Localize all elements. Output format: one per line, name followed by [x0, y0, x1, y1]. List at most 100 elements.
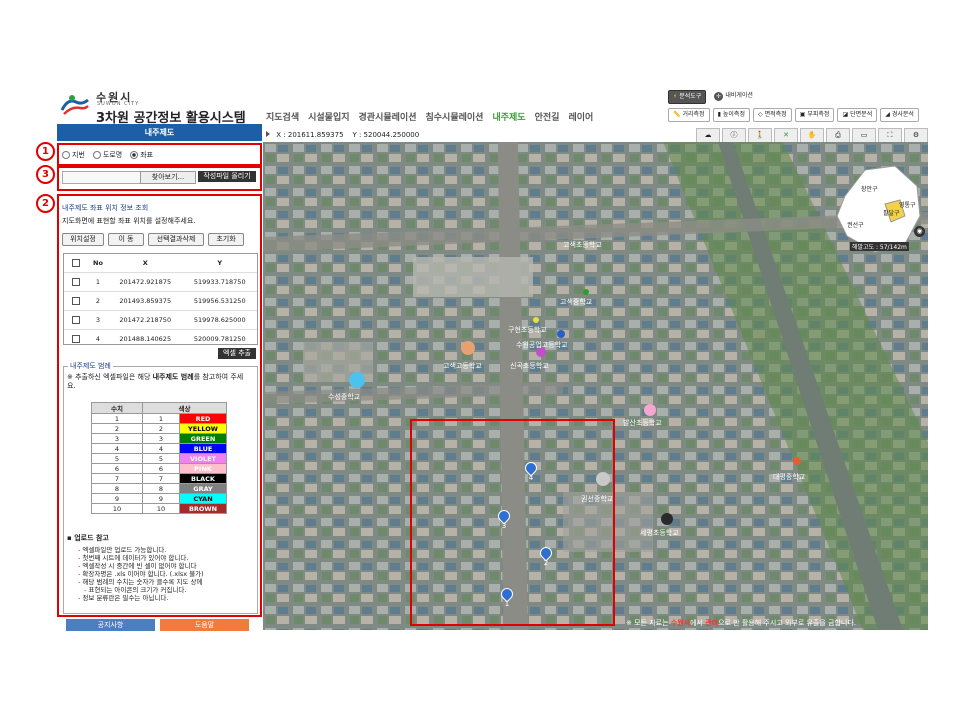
upload-note: 엑셀파일만 업로드 가능합니다.: [78, 546, 204, 554]
poi-balloon-icon[interactable]: [661, 513, 673, 525]
settings-icon[interactable]: ⚙: [904, 128, 928, 143]
upload-note: 첫번째 시트에 데이터가 있어야 합니다.: [78, 554, 204, 562]
row-checkbox[interactable]: [72, 297, 80, 305]
poi-balloon-icon[interactable]: [349, 372, 365, 388]
legend-value: 3: [91, 433, 143, 444]
radio-label: 좌표: [140, 151, 154, 159]
suwon-logo-icon: [60, 95, 89, 115]
legend-color-swatch: YELLOW: [179, 423, 227, 434]
lightning-icon: ⚡: [673, 93, 678, 100]
legend-color-swatch: RED: [179, 413, 227, 424]
radio-road-name[interactable]: 도로명: [92, 150, 122, 160]
menu-facility-location[interactable]: 시설물입지: [308, 110, 349, 123]
table-row[interactable]: 4 201488.140625 520009.781250: [64, 329, 257, 348]
menu-layer[interactable]: 레이어: [568, 110, 593, 123]
browse-button[interactable]: 찾아보기...: [140, 171, 196, 184]
legend-code: 10: [142, 503, 180, 514]
menu-map-search[interactable]: 지도검색: [266, 110, 299, 123]
poi-balloon-icon[interactable]: [793, 457, 801, 465]
menu-my-theme-map[interactable]: 내주제도: [492, 110, 525, 123]
analysis-tool-button[interactable]: ⚡ 분석도구: [668, 90, 707, 104]
upload-note: 정보 분류란은 필수는 아닙니다.: [78, 594, 204, 602]
panel-header: 내주제도: [57, 124, 262, 141]
walk-icon[interactable]: 🚶: [748, 128, 772, 143]
row-checkbox[interactable]: [72, 278, 80, 286]
move-button[interactable]: 이 동: [108, 233, 144, 246]
legend-code: 3: [142, 433, 180, 444]
radio-coordinate[interactable]: 좌표: [130, 150, 153, 160]
map-pin-3[interactable]: 3: [495, 507, 513, 530]
collapse-panel-icon[interactable]: [266, 131, 270, 137]
row-checkbox[interactable]: [72, 316, 80, 324]
eye-icon[interactable]: ◉: [914, 226, 925, 237]
cell-no: 3: [88, 310, 108, 330]
x-coordinate-value: 201611.859375: [287, 131, 344, 139]
upload-reference-title: ▪ 업로드 참고: [67, 534, 109, 542]
menu-flood-simulation[interactable]: 침수시뮬레이션: [426, 110, 484, 123]
table-row[interactable]: 2 201493.859375 519956.531250: [64, 291, 257, 311]
radio-selected-icon: [130, 151, 139, 159]
map-pin-1[interactable]: 1: [498, 585, 516, 608]
info-icon[interactable]: ⓘ: [722, 128, 746, 143]
cell-no: 1: [88, 272, 108, 292]
copyright-highlight: 수원시: [670, 619, 691, 627]
legend-color-swatch: BROWN: [179, 503, 227, 514]
school-label: 수성중학교: [328, 393, 361, 401]
upload-note: 표현되는 아이콘의 크기가 커집니다.: [84, 586, 204, 594]
distance-measure-button[interactable]: 📏 거리측정: [668, 108, 710, 122]
poi-balloon-icon[interactable]: [557, 330, 565, 338]
delete-selected-button[interactable]: 선택결과삭제: [148, 233, 204, 246]
slope-analysis-button[interactable]: ◢ 경사분석: [880, 108, 919, 122]
excel-export-button[interactable]: 엑셀 추출: [218, 348, 256, 359]
legend-note-bold: 내주제도 범례: [152, 373, 194, 381]
row-checkbox[interactable]: [72, 335, 80, 343]
table-row[interactable]: 3 201472.218750 519978.625000: [64, 310, 257, 330]
reset-button[interactable]: 초기화: [208, 233, 244, 246]
col-header-no: No: [93, 259, 103, 267]
legend-color-swatch: GRAY: [179, 483, 227, 494]
map-view[interactable]: 고색초등학교 고색중학교 구현초등학교 수원공업고등학교 고색고등학교 신곡초등…: [263, 142, 928, 630]
cloud-icon[interactable]: ☁: [696, 128, 720, 143]
volume-measure-label: 부피측정: [807, 111, 830, 118]
col-header-y: Y: [217, 259, 223, 267]
fullscreen-icon[interactable]: ⛶: [878, 128, 902, 143]
upload-file-button[interactable]: 작성파일 올리기: [198, 171, 256, 182]
poi-balloon-icon[interactable]: [644, 404, 656, 416]
help-button[interactable]: 도움말: [160, 619, 249, 631]
navigation-button[interactable]: ✛ 내비게이션: [710, 90, 757, 102]
legend-row: 7 7 BLACK: [91, 473, 227, 484]
section-analysis-button[interactable]: ◪ 단면분석: [837, 108, 878, 122]
pan-hand-icon[interactable]: ✋: [800, 128, 824, 143]
school-label: 수원공업고등학교: [516, 341, 568, 349]
search-type-radios: 지번 도로명 좌표: [62, 150, 153, 160]
menu-safe-road[interactable]: 안전길: [535, 110, 560, 123]
save-image-icon[interactable]: ▭: [852, 128, 876, 143]
volume-measure-button[interactable]: ▣ 부피측정: [794, 108, 835, 122]
area-measure-button[interactable]: ◇ 면적측정: [752, 108, 792, 122]
y-coordinate-value: 520044.250000: [363, 131, 420, 139]
poi-balloon-icon[interactable]: [583, 289, 589, 295]
radio-label: 지번: [72, 151, 85, 159]
legend-value: 10: [91, 503, 143, 514]
poi-balloon-icon[interactable]: [461, 341, 475, 355]
notice-button[interactable]: 공지사항: [66, 619, 155, 631]
legend-note: ※ 추출하신 엑셀파일은 해당 내주제도 범례를 참고하여 주세요.: [67, 373, 247, 391]
main-menu: 지도검색 시설물입지 경관시뮬레이션 침수시뮬레이션 내주제도 안전길 레이어: [266, 110, 593, 123]
set-location-button[interactable]: 위치설정: [62, 233, 104, 246]
map-copyright: ※ 모든 자료는 수원시에서 관리으로 만 활용해 주시고 외부로 유출을 금합…: [626, 618, 856, 628]
poi-balloon-icon[interactable]: [533, 317, 539, 323]
select-all-checkbox[interactable]: [72, 259, 80, 267]
menu-landscape-simulation[interactable]: 경관시뮬레이션: [359, 110, 417, 123]
map-pin-2[interactable]: 2: [537, 544, 555, 567]
height-measure-button[interactable]: ▮ 높이측정: [712, 108, 750, 122]
overview-minimap[interactable]: 장안구 팔달구 영통구 권선구: [825, 156, 925, 256]
legend-code: 1: [142, 413, 180, 424]
section-icon: ◪: [842, 111, 849, 118]
legend-code: 9: [142, 493, 180, 504]
table-row[interactable]: 1 201472.921875 519933.718750: [64, 272, 257, 292]
radio-circle-icon: [92, 151, 101, 159]
radio-lot-number[interactable]: 지번: [62, 150, 85, 160]
clear-icon[interactable]: ✕: [774, 128, 798, 143]
print-icon[interactable]: ⎙: [826, 128, 850, 143]
map-pin-4[interactable]: 4: [522, 459, 540, 482]
